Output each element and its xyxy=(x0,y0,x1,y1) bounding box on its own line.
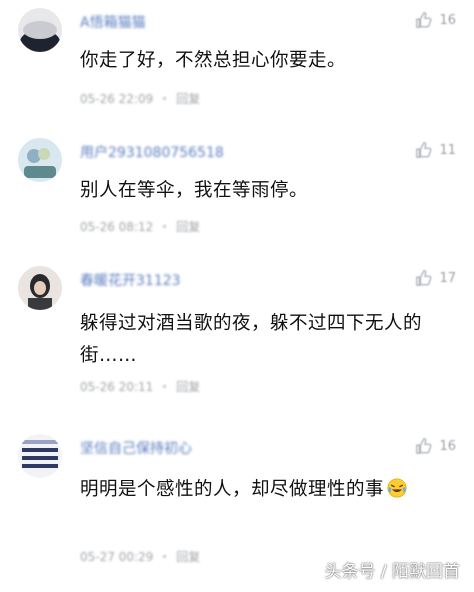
thumbs-up-icon xyxy=(416,438,432,454)
like-button[interactable]: 11 xyxy=(415,140,456,160)
like-count: 16 xyxy=(439,438,456,454)
avatar[interactable] xyxy=(18,8,62,52)
user-avatar-image xyxy=(18,266,62,310)
comment-text: 明明是个感性的人，却尽做理性的事 xyxy=(80,474,450,506)
comment-meta: 05-26 20:11 回复 xyxy=(80,378,200,395)
thumbs-up-icon xyxy=(416,270,432,286)
reply-button[interactable]: 回复 xyxy=(176,548,200,565)
like-count: 16 xyxy=(439,12,456,28)
thumbs-up-icon xyxy=(416,12,432,28)
separator-dot xyxy=(163,97,167,100)
comment-text-content: 明明是个感性的人，却尽做理性的事 xyxy=(80,479,385,500)
separator-dot xyxy=(163,225,167,228)
comment-item: 春暖花开31123 17 躲得过对酒当歌的夜，躲不过四下无人的街…… 05-26… xyxy=(0,264,474,404)
timestamp: 05-26 08:12 xyxy=(80,219,154,234)
timestamp: 05-26 20:11 xyxy=(80,379,154,394)
avatar[interactable] xyxy=(18,266,62,310)
comment-item: 用户2931080756518 11 别人在等伞，我在等雨停。 05-26 08… xyxy=(0,136,474,246)
separator-dot xyxy=(163,385,167,388)
reply-button[interactable]: 回复 xyxy=(176,218,200,235)
like-button[interactable]: 16 xyxy=(415,436,456,456)
user-avatar-image xyxy=(18,434,62,478)
like-button[interactable]: 17 xyxy=(415,268,456,288)
like-button[interactable]: 16 xyxy=(415,10,456,30)
avatar[interactable] xyxy=(18,434,62,478)
crying-laughing-emoji-icon xyxy=(387,478,407,498)
username[interactable]: 春暖花开31123 xyxy=(80,270,181,290)
comment-text: 躲得过对酒当歌的夜，躲不过四下无人的街…… xyxy=(80,313,423,366)
comment-meta: 05-26 22:09 回复 xyxy=(80,90,200,107)
comment-item: A悟箱猫猫 16 你走了好，不然总担心你要走。 05-26 22:09 回复 xyxy=(0,6,474,116)
user-avatar-image xyxy=(18,8,62,52)
separator-dot xyxy=(163,555,167,558)
like-count: 17 xyxy=(439,270,456,286)
comment-text: 别人在等伞，我在等雨停。 xyxy=(80,180,309,201)
user-avatar-image xyxy=(18,138,62,182)
comment-meta: 05-26 08:12 回复 xyxy=(80,218,200,235)
timestamp: 05-26 22:09 xyxy=(80,91,154,106)
username[interactable]: 坚信自己保持初心 xyxy=(80,438,192,458)
watermark: 头条号 / 陌默回首 xyxy=(324,562,460,582)
comment-item: 坚信自己保持初心 16 明明是个感性的人，却尽做理性的事 05-27 00:29… xyxy=(0,432,474,572)
avatar[interactable] xyxy=(18,138,62,182)
timestamp: 05-27 00:29 xyxy=(80,549,154,564)
username[interactable]: A悟箱猫猫 xyxy=(80,12,146,32)
comment-text: 你走了好，不然总担心你要走。 xyxy=(80,50,347,71)
reply-button[interactable]: 回复 xyxy=(176,90,200,107)
thumbs-up-icon xyxy=(416,142,432,158)
reply-button[interactable]: 回复 xyxy=(176,378,200,395)
username[interactable]: 用户2931080756518 xyxy=(80,142,224,162)
like-count: 11 xyxy=(439,142,456,158)
comment-meta: 05-27 00:29 回复 xyxy=(80,548,200,565)
